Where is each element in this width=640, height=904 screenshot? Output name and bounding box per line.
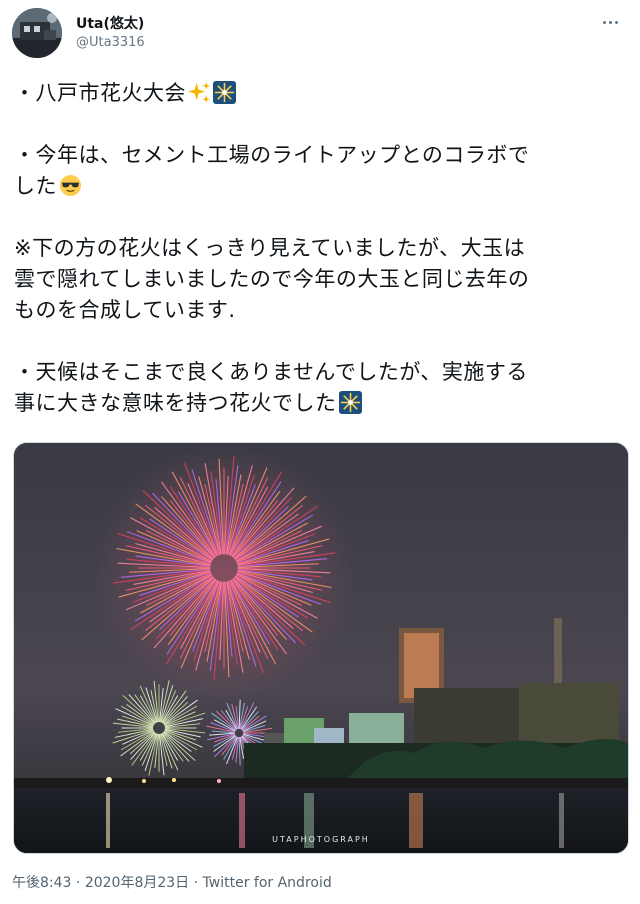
tweet-time[interactable]: 午後8:43 — [12, 875, 71, 891]
tweet-header: Uta(悠太) @Uta3316 — [12, 8, 628, 68]
fireworks-emoji — [338, 391, 362, 414]
fireworks-emoji — [213, 81, 236, 104]
separator: · — [75, 875, 81, 891]
tweet-photo[interactable]: UTAPHOTOGRAPH — [13, 442, 629, 854]
tweet-paragraph: ※下の方の花火はくっきり見えていましたが、大玉は 雲で隠れてしまいましたので今年の… — [14, 236, 530, 322]
tweet-paragraph: ・天候はそこまで良くありませんでしたが、実施する 事に大きな意味を持つ花火でした — [14, 360, 528, 415]
user-handle[interactable]: @Uta3316 — [76, 34, 145, 52]
tweet-text: ・八戸市花火大会 ・今年は、セメント工場のライトアップとのコラボで した ※下の方… — [14, 78, 624, 450]
tweet-date[interactable]: 2020年8月23日 — [85, 875, 189, 891]
avatar[interactable] — [12, 8, 62, 58]
avatar-image — [12, 8, 62, 58]
display-name[interactable]: Uta(悠太) — [76, 14, 145, 34]
sunglasses-emoji — [59, 174, 82, 197]
fireworks-photo — [14, 443, 628, 853]
photo-watermark: UTAPHOTOGRAPH — [272, 835, 370, 844]
tweet-source[interactable]: Twitter for Android — [203, 875, 332, 891]
sparkles-emoji — [188, 81, 211, 104]
more-options-icon[interactable] — [598, 14, 622, 30]
tweet-paragraph: ・今年は、セメント工場のライトアップとのコラボで した — [14, 143, 530, 198]
tweet-footer: 午後8:43 · 2020年8月23日 · Twitter for Androi… — [12, 872, 332, 892]
separator: · — [193, 875, 199, 891]
tweet-paragraph: ・八戸市花火大会 — [14, 78, 624, 109]
